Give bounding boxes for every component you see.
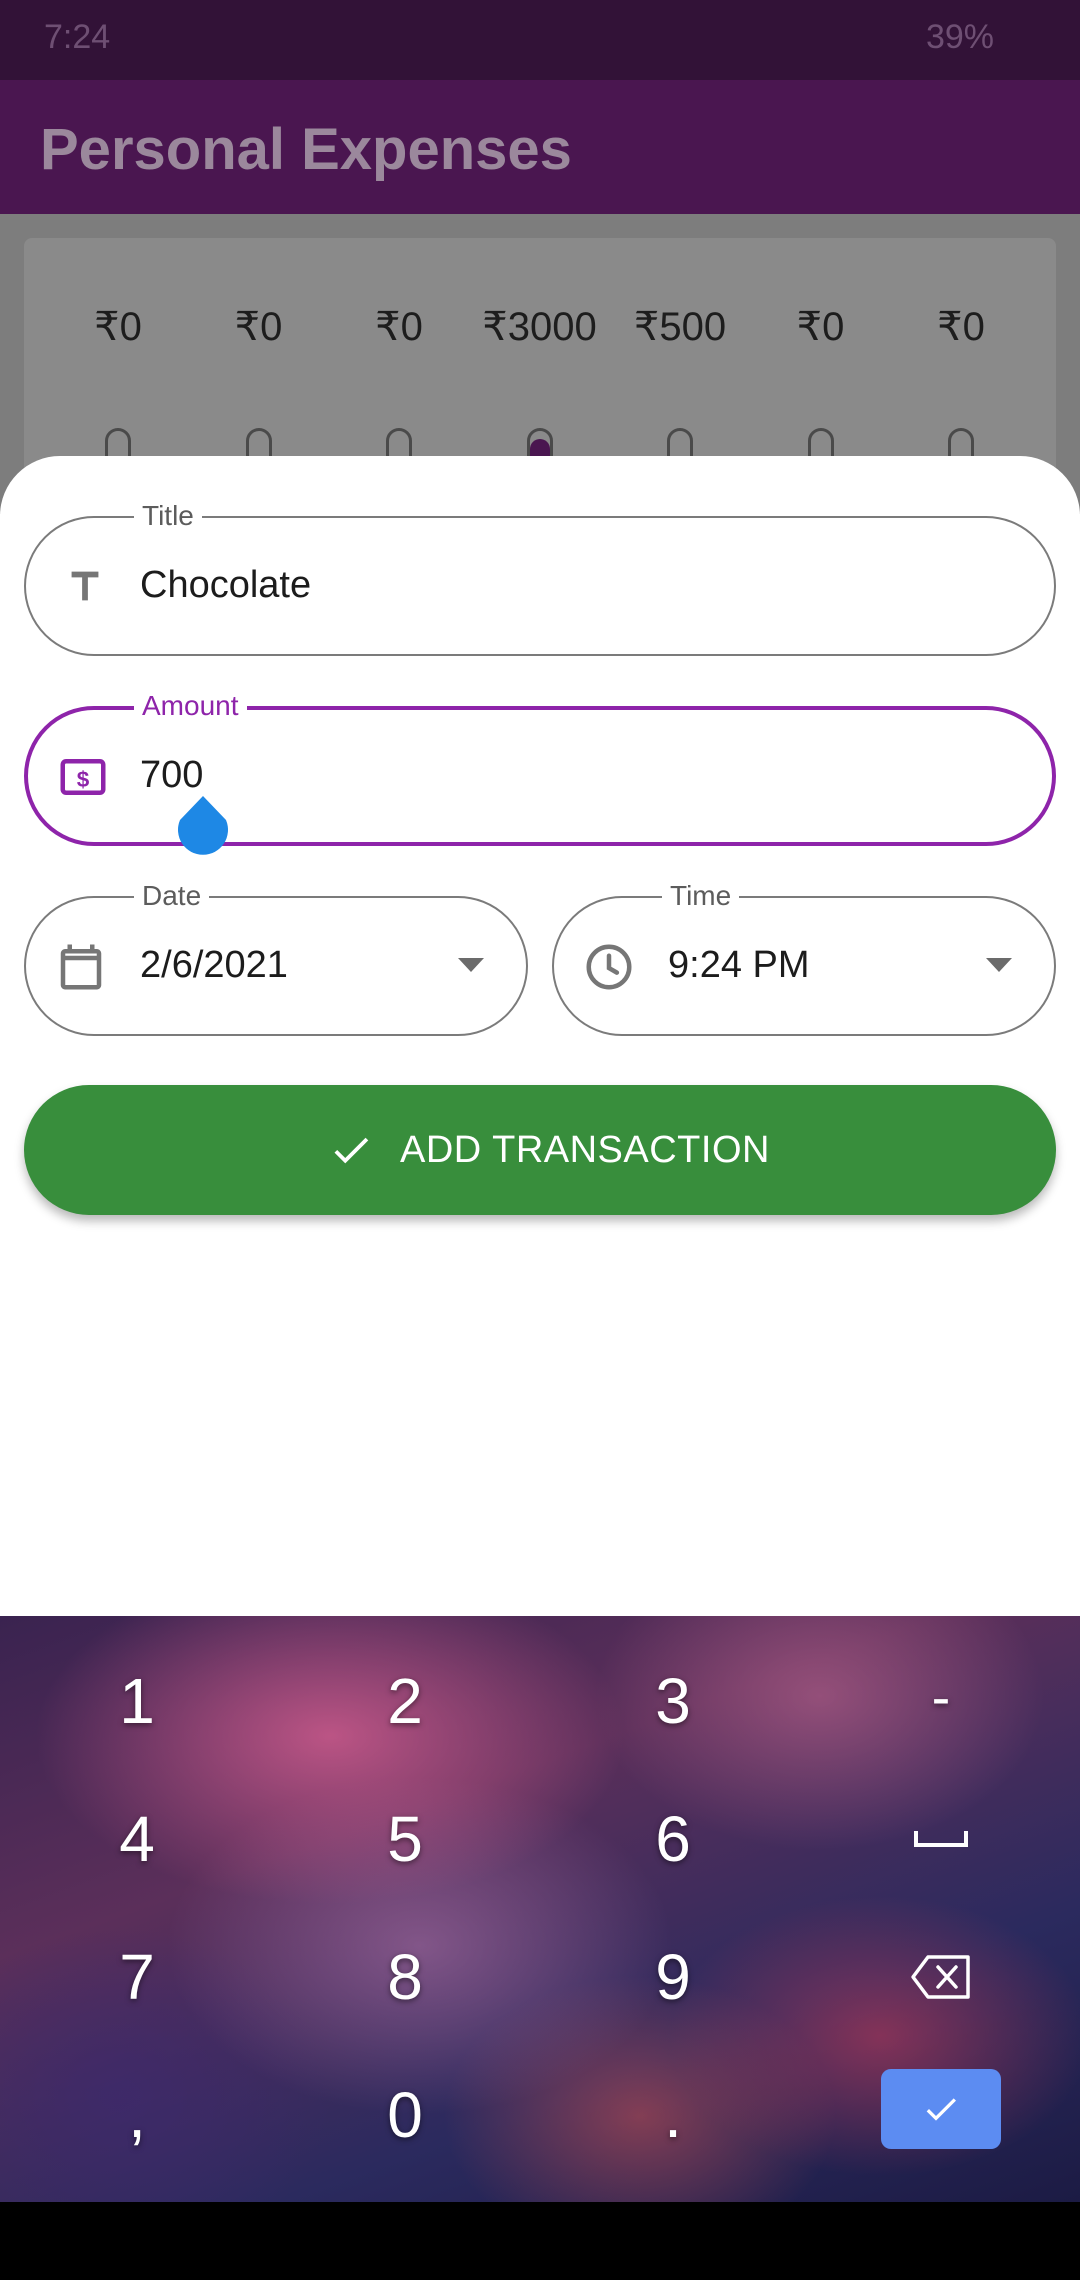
- chart-amount-label: ₹500: [633, 305, 727, 349]
- title-field[interactable]: Title Chocolate: [24, 500, 1056, 656]
- time-field[interactable]: Time 9:24 PM: [552, 880, 1056, 1036]
- key-3[interactable]: 3: [598, 1641, 748, 1761]
- amount-field-label: Amount: [134, 690, 247, 722]
- time-value: 9:24 PM: [668, 944, 810, 986]
- check-icon: [926, 2098, 956, 2121]
- key-comma[interactable]: ,: [62, 2055, 212, 2175]
- chevron-down-icon: [986, 958, 1012, 972]
- add-transaction-button[interactable]: ADD TRANSACTION: [24, 1085, 1056, 1215]
- battery-percent: 39%: [925, 18, 994, 56]
- clock-icon: [586, 944, 632, 990]
- svg-text:$: $: [77, 767, 90, 792]
- amount-input-value: 700: [140, 754, 204, 796]
- chart-amount-label: ₹0: [234, 305, 283, 349]
- chevron-down-icon: [458, 958, 484, 972]
- time-field-label: Time: [662, 880, 740, 912]
- key-space[interactable]: [866, 1779, 1016, 1899]
- date-field[interactable]: Date 2/6/2021: [24, 880, 528, 1036]
- text-icon: [71, 571, 99, 601]
- key-5[interactable]: 5: [330, 1779, 480, 1899]
- text-cursor-handle[interactable]: [176, 796, 230, 856]
- space-icon: [914, 1831, 968, 1847]
- dollar-icon: $: [60, 759, 106, 795]
- backspace-icon: [911, 1955, 970, 1999]
- title-input-value: Chocolate: [140, 564, 312, 606]
- add-transaction-label: ADD TRANSACTION: [400, 1129, 770, 1171]
- date-value: 2/6/2021: [140, 944, 288, 986]
- key-9[interactable]: 9: [598, 1917, 748, 2037]
- key-1[interactable]: 1: [62, 1641, 212, 1761]
- status-bar: 7:24 39%: [0, 0, 1080, 80]
- calendar-icon: [60, 944, 102, 990]
- chart-amount-label: ₹0: [94, 305, 142, 349]
- key-8[interactable]: 8: [330, 1917, 480, 2037]
- key-done[interactable]: [881, 2069, 1001, 2149]
- system-navigation-bar: [0, 2202, 1080, 2280]
- app-title: Personal Expenses: [40, 117, 572, 182]
- key-4[interactable]: 4: [62, 1779, 212, 1899]
- app-bar: Personal Expenses: [0, 80, 1080, 214]
- key-minus[interactable]: -: [866, 1636, 1016, 1756]
- numeric-keyboard: 1 2 3 - 4 5 6 7 8 9 , 0 .: [0, 1616, 1080, 2202]
- chart-amount-label: ₹0: [375, 305, 423, 349]
- check-icon: [334, 1137, 369, 1164]
- chart-amount-label: ₹3000: [482, 305, 597, 349]
- key-2[interactable]: 2: [330, 1641, 480, 1761]
- key-7[interactable]: 7: [62, 1917, 212, 2037]
- chart-amount-label: ₹0: [796, 305, 845, 349]
- chart-amount-label: ₹0: [937, 305, 985, 349]
- key-dot[interactable]: .: [598, 2055, 748, 2175]
- key-0[interactable]: 0: [330, 2055, 480, 2175]
- key-backspace[interactable]: [866, 1917, 1016, 2037]
- date-field-label: Date: [134, 880, 210, 912]
- key-6[interactable]: 6: [598, 1779, 748, 1899]
- title-field-label: Title: [134, 500, 202, 532]
- status-time: 7:24: [44, 18, 111, 56]
